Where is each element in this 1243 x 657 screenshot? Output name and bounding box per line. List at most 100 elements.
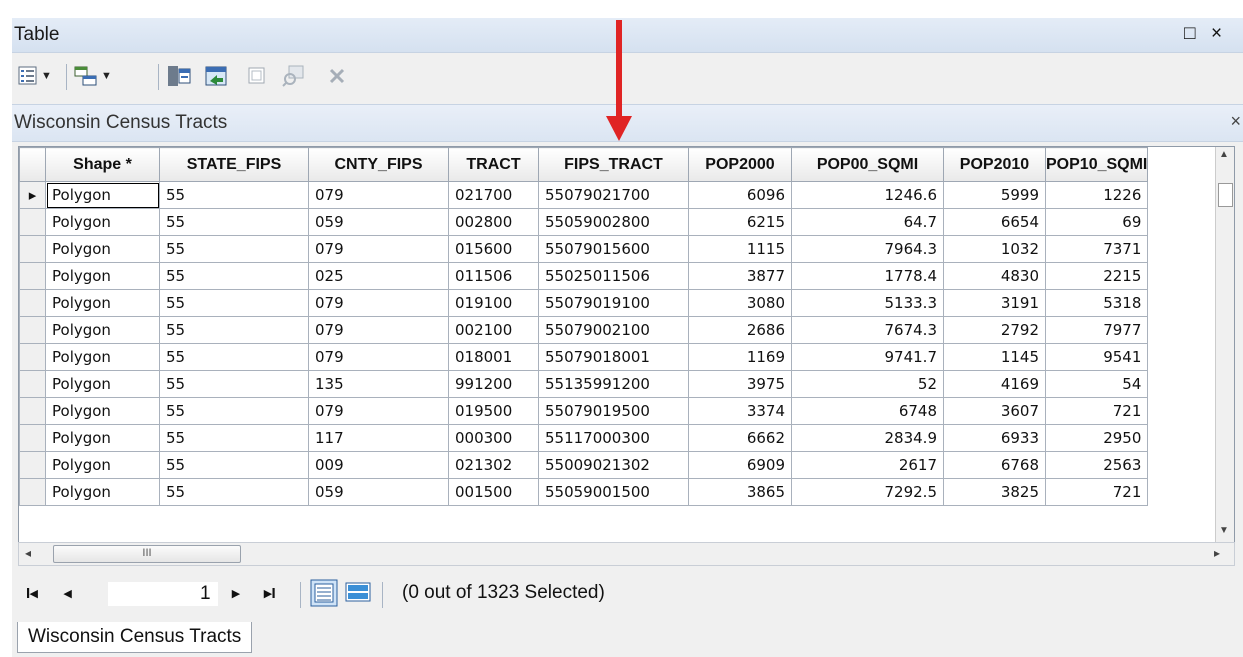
table-cell[interactable]: Polygon	[45, 235, 160, 263]
table-cell[interactable]: 1226	[1044, 181, 1149, 209]
table-cell[interactable]: 55135991200	[538, 370, 689, 398]
close-layer-table-button[interactable]: ×	[1230, 111, 1241, 132]
column-header[interactable]: POP2000	[688, 147, 792, 182]
table-cell[interactable]: 3975	[688, 370, 792, 398]
column-header[interactable]: Shape *	[45, 147, 160, 182]
table-cell[interactable]: 079	[308, 181, 449, 209]
table-cell[interactable]: 001500	[448, 478, 539, 506]
table-cell[interactable]: 079	[308, 397, 449, 425]
table-row[interactable]: Polygon 55 135 991200 55135991200 3975 52 4169 5…	[19, 370, 1149, 398]
table-cell[interactable]: 079	[308, 235, 449, 263]
table-cell[interactable]: 1169	[688, 343, 792, 371]
table-cell[interactable]: 69	[1044, 208, 1149, 236]
clear-selection-button[interactable]	[248, 64, 266, 88]
table-cell[interactable]: 55	[159, 370, 309, 398]
table-tab-wisconsin-census-tracts[interactable]: Wisconsin Census Tracts	[17, 622, 253, 653]
row-selector[interactable]	[19, 370, 46, 398]
table-cell[interactable]: 117	[308, 424, 449, 452]
show-all-records-button[interactable]	[310, 579, 338, 607]
row-selector[interactable]	[19, 262, 46, 290]
table-cell[interactable]: 1145	[943, 343, 1046, 371]
table-cell[interactable]: Polygon	[45, 262, 160, 290]
column-header[interactable]: CNTY_FIPS	[308, 147, 449, 182]
table-cell[interactable]: 55	[159, 397, 309, 425]
table-cell[interactable]: 011506	[448, 262, 539, 290]
table-cell[interactable]: 3825	[943, 478, 1046, 506]
table-row[interactable]: Polygon 55 079 019500 55079019500 3374 6748 360…	[19, 397, 1149, 425]
next-record-button[interactable]: ▸	[232, 584, 240, 602]
table-cell[interactable]: 7674.3	[791, 316, 944, 344]
table-cell[interactable]: 3191	[943, 289, 1046, 317]
table-row[interactable]: Polygon 55 059 002800 55059002800 6215 64.7 665…	[19, 208, 1149, 236]
table-cell[interactable]: 7371	[1044, 235, 1149, 263]
column-header[interactable]: POP00_SQMI	[791, 147, 944, 182]
table-cell[interactable]: 019100	[448, 289, 539, 317]
table-cell[interactable]: 55059002800	[538, 208, 689, 236]
table-cell[interactable]: 7292.5	[791, 478, 944, 506]
table-cell[interactable]: 5999	[943, 181, 1046, 209]
row-selector[interactable]	[19, 208, 46, 236]
row-selector[interactable]	[19, 451, 46, 479]
table-cell[interactable]: 55	[159, 478, 309, 506]
zoom-to-selected-button[interactable]	[282, 64, 306, 88]
horizontal-scrollbar[interactable]: ◂ III ▸	[18, 542, 1235, 566]
restore-window-button[interactable]: □	[1184, 23, 1195, 45]
table-cell[interactable]: 55	[159, 424, 309, 452]
table-cell[interactable]: 55	[159, 289, 309, 317]
table-cell[interactable]: 9541	[1044, 343, 1149, 371]
table-cell[interactable]: 55	[159, 235, 309, 263]
table-cell[interactable]: 55079019500	[538, 397, 689, 425]
close-window-button[interactable]: ×	[1211, 23, 1222, 45]
table-row[interactable]: Polygon 55 117 000300 55117000300 6662 2834.9 6…	[19, 424, 1149, 452]
row-selector[interactable]	[19, 235, 46, 263]
table-cell[interactable]: 059	[308, 208, 449, 236]
table-cell[interactable]: 55117000300	[538, 424, 689, 452]
table-cell[interactable]: 5318	[1044, 289, 1149, 317]
table-cell[interactable]: 55	[159, 208, 309, 236]
table-cell[interactable]: 6768	[943, 451, 1046, 479]
related-tables-button[interactable]: ▼	[74, 64, 112, 88]
table-cell[interactable]: 55	[159, 316, 309, 344]
table-cell[interactable]: 015600	[448, 235, 539, 263]
table-cell[interactable]: 6096	[688, 181, 792, 209]
table-cell[interactable]: 55	[159, 181, 309, 209]
table-cell[interactable]: 6662	[688, 424, 792, 452]
table-cell[interactable]: 019500	[448, 397, 539, 425]
row-selector[interactable]	[19, 289, 46, 317]
select-by-attributes-button[interactable]	[167, 64, 191, 88]
table-cell[interactable]: 721	[1044, 478, 1149, 506]
scroll-up-icon[interactable]: ▲	[1219, 149, 1229, 160]
table-cell[interactable]: 2686	[688, 316, 792, 344]
table-row[interactable]: ▸ Polygon 55 079 021700 55079021700 6096 1246.6…	[19, 181, 1149, 209]
table-cell[interactable]: 54	[1044, 370, 1149, 398]
table-cell[interactable]: 021700	[448, 181, 539, 209]
table-cell[interactable]: 55025011506	[538, 262, 689, 290]
table-cell[interactable]: Polygon	[45, 397, 160, 425]
table-cell[interactable]: 3080	[688, 289, 792, 317]
attribute-table-grid[interactable]: Shape * STATE_FIPS CNTY_FIPS TRACT FIPS_TRAC…	[18, 146, 1235, 543]
column-header[interactable]: FIPS_TRACT	[538, 147, 689, 182]
table-cell[interactable]: 1032	[943, 235, 1046, 263]
table-cell[interactable]: 6748	[791, 397, 944, 425]
table-cell[interactable]: 55009021302	[538, 451, 689, 479]
vertical-scroll-thumb[interactable]	[1218, 183, 1233, 207]
table-cell[interactable]: 55059001500	[538, 478, 689, 506]
table-cell[interactable]: Polygon	[45, 343, 160, 371]
row-selector[interactable]	[19, 343, 46, 371]
row-selector[interactable]	[19, 424, 46, 452]
table-cell[interactable]: 55079002100	[538, 316, 689, 344]
table-cell[interactable]: 55	[159, 343, 309, 371]
table-row[interactable]: Polygon 55 079 018001 55079018001 1169 9741.7 1…	[19, 343, 1149, 371]
table-cell[interactable]: 2563	[1044, 451, 1149, 479]
row-selector[interactable]	[19, 397, 46, 425]
delete-selected-button[interactable]	[328, 64, 346, 88]
table-row[interactable]: Polygon 55 079 002100 55079002100 2686 7674.3 2…	[19, 316, 1149, 344]
table-cell[interactable]: 2215	[1044, 262, 1149, 290]
scroll-left-icon[interactable]: ◂	[25, 546, 31, 560]
table-cell[interactable]: 6909	[688, 451, 792, 479]
table-cell[interactable]: 4830	[943, 262, 1046, 290]
table-cell[interactable]: 9741.7	[791, 343, 944, 371]
table-cell[interactable]: Polygon	[45, 370, 160, 398]
table-cell[interactable]: 2617	[791, 451, 944, 479]
table-cell[interactable]: 55079021700	[538, 181, 689, 209]
